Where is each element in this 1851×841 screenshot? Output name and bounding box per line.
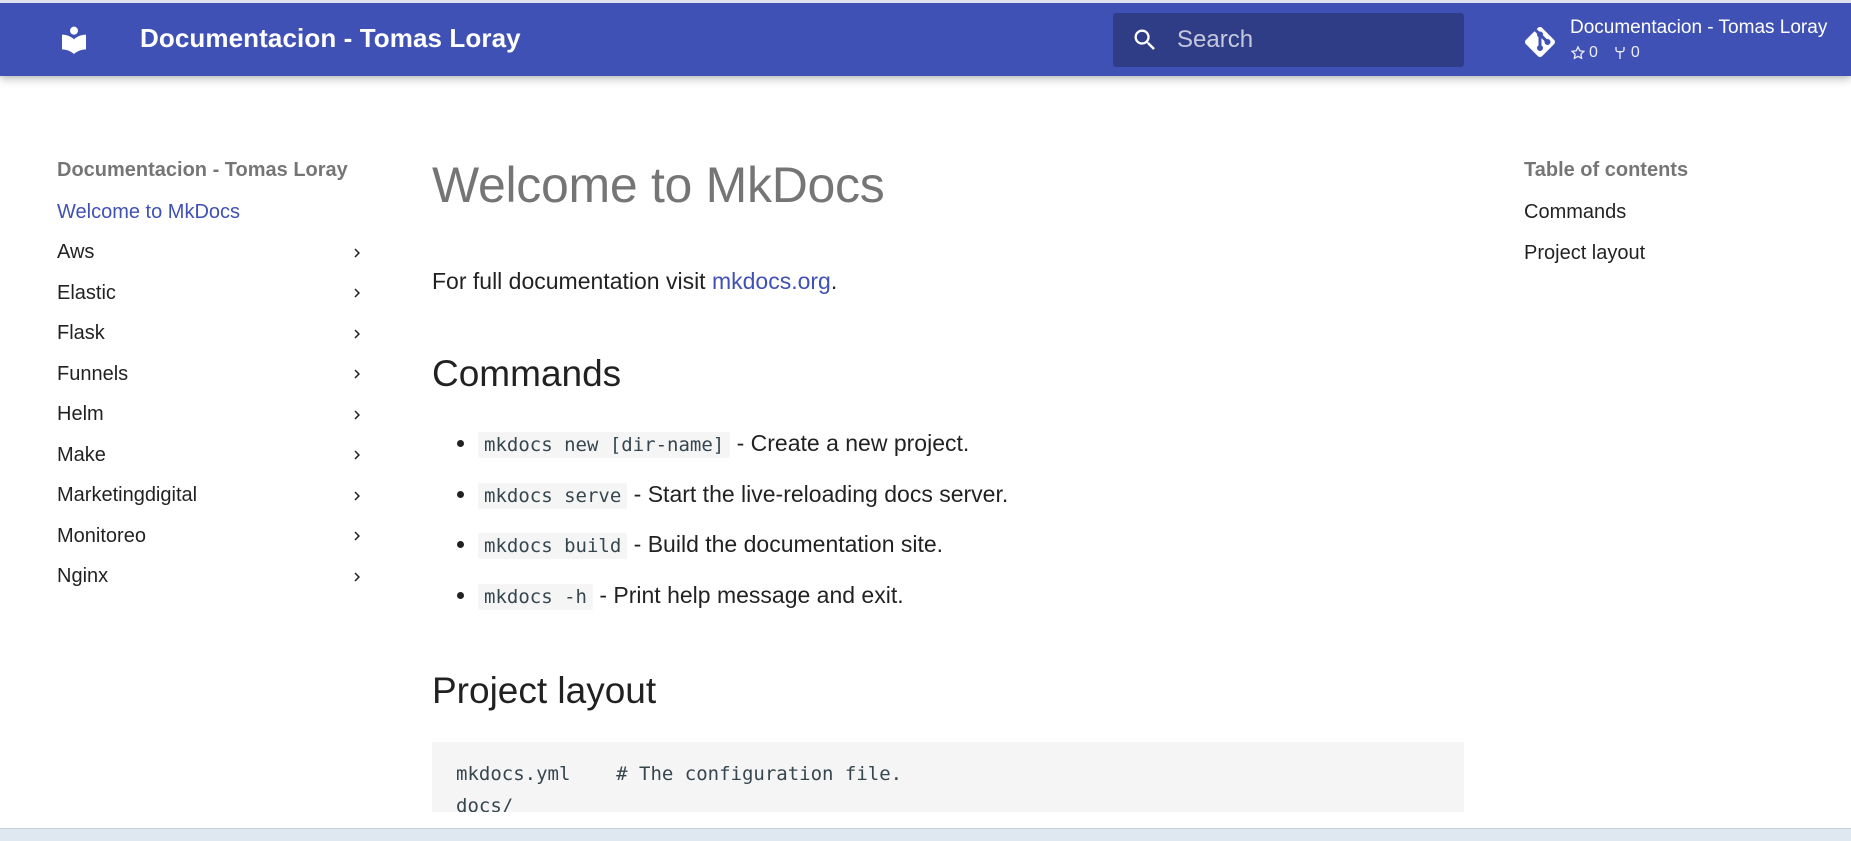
chevron-right-icon[interactable] xyxy=(348,568,366,586)
sidebar-item-aws[interactable]: Aws xyxy=(57,233,372,274)
sidebar-item-label: Elastic xyxy=(57,281,116,304)
book-logo-icon[interactable] xyxy=(58,23,90,57)
os-taskbar xyxy=(0,828,1851,841)
command-code: mkdocs new [dir-name] xyxy=(478,432,731,458)
command-description: - Print help message and exit. xyxy=(592,581,904,608)
intro-paragraph: For full documentation visit mkdocs.org. xyxy=(432,268,1464,295)
toc-item-commands[interactable]: Commands xyxy=(1524,192,1824,233)
header-bar: Documentacion - Tomas Loray Documentacio… xyxy=(0,0,1851,76)
sidebar-item-welcome-to-mkdocs[interactable]: Welcome to MkDocs xyxy=(57,192,372,233)
command-item: mkdocs build - Build the documentation s… xyxy=(478,524,1464,575)
command-code: mkdocs -h xyxy=(478,583,593,610)
page-title: Welcome to MkDocs xyxy=(432,157,885,213)
project-layout-heading: Project layout xyxy=(432,670,657,711)
chevron-right-icon[interactable] xyxy=(348,365,366,383)
search-input[interactable] xyxy=(1177,13,1457,67)
code-line: docs/ xyxy=(456,795,514,812)
sidebar-item-elastic[interactable]: Elastic xyxy=(57,273,372,314)
sidebar-item-marketingdigital[interactable]: Marketingdigital xyxy=(57,476,372,517)
sidebar-item-label: Helm xyxy=(57,403,104,426)
fork-icon xyxy=(1615,47,1625,59)
main-content: Welcome to MkDocs For full documentation… xyxy=(432,140,1464,812)
table-of-contents: Table of contents Commands Project layout xyxy=(1524,152,1824,273)
sidebar-item-label: Welcome to MkDocs xyxy=(57,200,241,223)
chevron-right-icon[interactable] xyxy=(348,406,366,424)
sidebar-item-label: Funnels xyxy=(57,362,129,385)
nav-list: Welcome to MkDocs Aws Elastic Flask Funnels H… xyxy=(57,192,372,597)
command-item: mkdocs new [dir-name] - Create a new pro… xyxy=(478,423,1464,474)
chevron-right-icon[interactable] xyxy=(348,244,366,262)
git-icon xyxy=(1525,27,1555,57)
code-line: mkdocs.yml # The configuration file. xyxy=(456,763,903,785)
nav-title: Documentacion - Tomas Loray xyxy=(57,159,348,181)
forks-fact: 0 xyxy=(1612,44,1640,62)
star-icon xyxy=(1570,45,1586,60)
search-box[interactable] xyxy=(1113,13,1464,67)
search-icon xyxy=(1134,29,1155,50)
mkdocs-link[interactable]: mkdocs.org xyxy=(712,268,831,294)
intro-text: For full documentation visit xyxy=(432,268,712,294)
sidebar-item-label: Nginx xyxy=(57,565,109,588)
chevron-right-icon[interactable] xyxy=(348,527,366,545)
repo-link[interactable]: Documentacion - Tomas Loray 0 0 xyxy=(1522,16,1842,66)
command-description: - Create a new project. xyxy=(730,430,970,456)
site-title: Documentacion - Tomas Loray xyxy=(140,23,521,53)
intro-suffix: . xyxy=(830,268,838,294)
toc-title: Table of contents xyxy=(1524,159,1689,181)
sidebar-item-label: Aws xyxy=(57,241,95,264)
chevron-right-icon[interactable] xyxy=(348,446,366,464)
toc-list: Commands Project layout xyxy=(1524,192,1824,273)
sidebar-item-nginx[interactable]: Nginx xyxy=(57,557,372,598)
repo-name: Documentacion - Tomas Loray xyxy=(1570,17,1828,38)
sidebar-item-label: Monitoreo xyxy=(57,524,146,547)
sidebar-item-make[interactable]: Make xyxy=(57,435,372,476)
command-item: mkdocs serve - Start the live-reloading … xyxy=(478,474,1464,525)
sidebar-item-label: Flask xyxy=(57,322,105,345)
project-layout-code: mkdocs.yml # The configuration file. docs… xyxy=(432,742,1464,812)
chevron-right-icon[interactable] xyxy=(348,325,366,343)
chevron-right-icon[interactable] xyxy=(348,284,366,302)
stars-fact: 0 xyxy=(1570,44,1598,62)
toc-item-project-layout[interactable]: Project layout xyxy=(1524,233,1824,274)
command-code: mkdocs build xyxy=(478,533,628,559)
command-description: - Start the live-reloading docs server. xyxy=(627,480,1009,507)
repo-facts: 0 0 xyxy=(1570,44,1640,62)
command-item: mkdocs -h - Print help message and exit. xyxy=(478,575,1464,626)
stars-count: 0 xyxy=(1589,44,1598,61)
sidebar-item-flask[interactable]: Flask xyxy=(57,314,372,355)
sidebar-item-label: Make xyxy=(57,443,106,466)
sidebar-item-helm[interactable]: Helm xyxy=(57,395,372,436)
sidebar-item-funnels[interactable]: Funnels xyxy=(57,354,372,395)
commands-heading: Commands xyxy=(432,353,622,394)
command-description: - Build the documentation site. xyxy=(627,531,944,557)
forks-count: 0 xyxy=(1630,44,1640,61)
commands-list: mkdocs new [dir-name] - Create a new pro… xyxy=(432,423,1464,625)
sidebar-item-label: Marketingdigital xyxy=(57,484,198,507)
chevron-right-icon[interactable] xyxy=(348,487,366,505)
command-code: mkdocs serve xyxy=(478,482,628,509)
primary-sidebar: Documentacion - Tomas Loray Welcome to M… xyxy=(57,152,372,597)
sidebar-item-monitoreo[interactable]: Monitoreo xyxy=(57,516,372,557)
